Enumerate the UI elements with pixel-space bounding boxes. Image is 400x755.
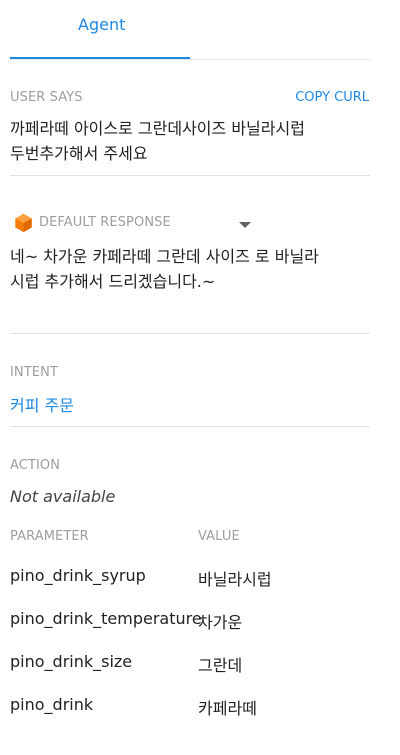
parameter-name: pino_drink_temperature (10, 609, 202, 628)
chevron-down-icon[interactable] (239, 222, 251, 228)
parameter-value: 그란데 (198, 656, 243, 675)
action-label: ACTION (10, 458, 61, 473)
user-query-line-2: 두번추가해서 주세요 (10, 144, 148, 163)
intent-label: INTENT (10, 365, 58, 380)
intent-link[interactable]: 커피 주문 (10, 392, 74, 416)
parameter-value: 바닐라시럽 (198, 570, 272, 589)
response-line-1: 네~ 차가운 카페라떼 그란데 사이즈 로 바닐라 (10, 247, 319, 266)
default-response-label: DEFAULT RESPONSE (39, 215, 171, 230)
copy-curl-button[interactable]: COPY CURL (295, 90, 369, 105)
tab-divider (10, 59, 370, 60)
action-value: Not available (10, 487, 116, 506)
parameter-name: pino_drink (10, 695, 94, 714)
parameter-name: pino_drink_syrup (10, 566, 146, 585)
user-says-label: USER SAYS (10, 90, 83, 105)
value-column-header: VALUE (198, 529, 240, 544)
section-divider (10, 175, 370, 176)
section-divider (10, 333, 370, 334)
parameter-value: 카페라떼 (198, 699, 257, 718)
section-divider (10, 426, 370, 427)
parameter-value: 차가운 (198, 613, 243, 632)
parameter-name: pino_drink_size (10, 652, 133, 671)
response-cube-icon (15, 213, 32, 233)
tab-agent[interactable]: Agent (78, 15, 125, 34)
user-query-line-1: 까페라떼 아이스로 그란데사이즈 바닐라시럽 (10, 119, 305, 138)
response-line-2: 시럽 추가해서 드리겠습니다.~ (10, 272, 216, 291)
parameter-column-header: PARAMETER (10, 529, 89, 544)
